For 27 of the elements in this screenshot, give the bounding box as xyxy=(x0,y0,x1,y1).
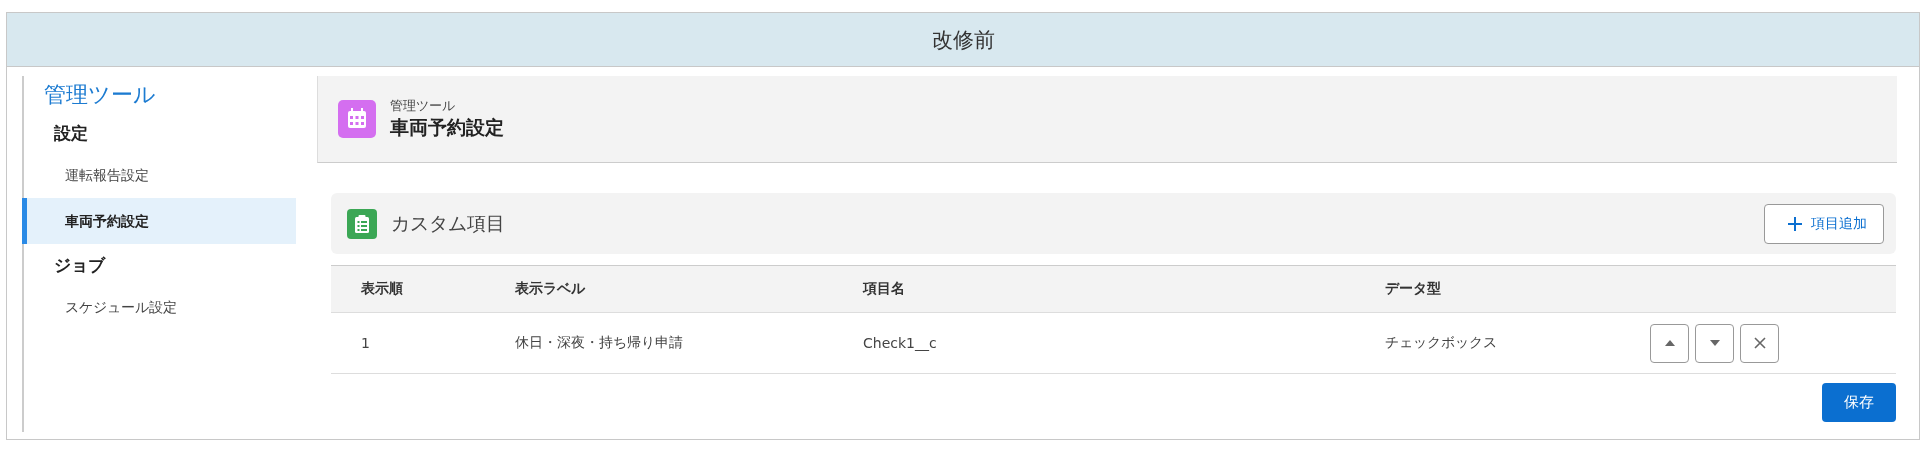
column-header: 項目名 xyxy=(863,280,906,298)
move-down-button[interactable] xyxy=(1695,323,1734,363)
move-up-button[interactable] xyxy=(1650,323,1689,363)
clipboard-icon xyxy=(347,208,377,239)
calendar-icon xyxy=(338,100,376,138)
table-cell-text: 休日・深夜・持ち帰り申請 xyxy=(515,334,684,352)
column-header: 表示ラベル xyxy=(515,280,586,298)
sidebar-item[interactable]: 車両予約設定 xyxy=(22,198,296,244)
add-item-button[interactable]: 項目追加 xyxy=(1764,203,1884,244)
sidebar-title: 管理ツール xyxy=(43,81,157,109)
save-button[interactable]: 保存 xyxy=(1822,383,1896,422)
table-cell-text: Check1__c xyxy=(863,335,938,351)
table-cell-text: チェックボックス xyxy=(1385,334,1498,352)
sidebar-item[interactable]: スケジュール設定 xyxy=(22,284,296,330)
card-title: カスタム項目 xyxy=(391,210,506,236)
sidebar-item[interactable]: 運転報告設定 xyxy=(22,152,296,198)
close-icon xyxy=(1752,337,1767,349)
delete-button[interactable] xyxy=(1740,323,1779,363)
plus-icon xyxy=(1787,215,1803,232)
column-header: データ型 xyxy=(1385,280,1442,298)
breadcrumb: 管理ツール xyxy=(390,97,456,115)
sidebar-heading: ジョブ xyxy=(53,254,107,277)
column-header: 表示順 xyxy=(360,280,404,298)
sidebar-heading: 設定 xyxy=(53,122,89,145)
table-cell-text: 1 xyxy=(360,335,371,351)
banner-title: 改修前 xyxy=(931,26,995,54)
page-title: 車両予約設定 xyxy=(390,115,504,140)
